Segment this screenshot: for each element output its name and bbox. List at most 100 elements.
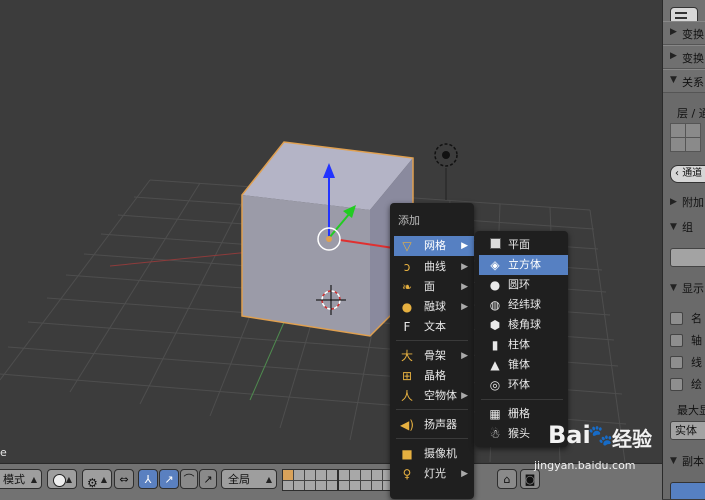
duplication-button[interactable] [670, 482, 705, 499]
submenu-arrow-icon: ▶ [461, 262, 468, 272]
scale-icon: ↗ [203, 473, 213, 486]
menu-item-surface[interactable]: ❧ 面 ▶ [394, 277, 474, 297]
mode-select[interactable]: 模式 ▲ [0, 469, 42, 489]
caret-icon: ▲ [265, 475, 272, 484]
submenu-arrow-icon: ▶ [461, 351, 468, 361]
mesh-item-torus[interactable]: ◎ 环体 [479, 375, 568, 395]
panel-relations[interactable]: ▼ 关系 [663, 69, 705, 93]
add-menu: 添加 ▽ 网格 ▶ ↄ 曲线 ▶ ❧ 面 ▶ ● 融球 ▶ F 文本 大 骨架 … [390, 203, 474, 499]
group-button[interactable] [670, 248, 705, 267]
mesh-icon: ▽ [402, 239, 412, 253]
layer-buttons-2[interactable] [338, 469, 394, 491]
rotate-toggle[interactable]: ⌒ [180, 469, 198, 489]
caret-icon: ▲ [65, 475, 72, 484]
orientation-select[interactable]: 全局 ▲ [221, 469, 277, 489]
checkbox-label: 轴 [691, 334, 702, 347]
panel-transform[interactable]: ▶ 变换 [663, 21, 705, 45]
checkbox-label: 线 [691, 356, 702, 369]
menu-item-mesh[interactable]: ▽ 网格 ▶ [394, 236, 474, 256]
draw-type-select[interactable]: 实体 [670, 421, 705, 440]
text-icon: F [403, 320, 411, 334]
collapse-triangle-icon: ▶ [670, 197, 677, 207]
section-display[interactable]: 显示 [682, 280, 704, 296]
menu-item-curve[interactable]: ↄ 曲线 ▶ [394, 257, 474, 277]
pivot-icon: ⚙ [87, 476, 98, 489]
checkbox-wire[interactable] [670, 356, 683, 369]
pass-label: 通道 [682, 168, 703, 179]
mesh-item-circle[interactable]: ● 圆环 [479, 275, 568, 295]
watermark-brand: Bai [548, 421, 591, 449]
menu-item-lattice[interactable]: ⊞ 晶格 [394, 366, 474, 386]
select-toggle[interactable]: ↗ [159, 469, 179, 489]
mesh-item-plane[interactable]: 平面 [479, 235, 568, 255]
expand-triangle-icon: ▼ [670, 222, 677, 232]
mesh-item-ico-sphere[interactable]: ⬢ 棱角球 [479, 315, 568, 335]
menu-item-label: 柱体 [508, 338, 530, 351]
layer-grid[interactable] [670, 123, 705, 153]
section-add[interactable]: 附加 [682, 194, 704, 210]
circle-icon: ● [489, 278, 501, 292]
pivot-select[interactable]: ⚙ ▲ [82, 469, 112, 489]
checkbox-label: 名 [691, 312, 702, 325]
lattice-icon: ⊞ [401, 369, 413, 383]
menu-item-label: 经纬球 [508, 298, 541, 311]
menu-item-label: 环体 [508, 378, 530, 391]
menu-item-armature[interactable]: 大 骨架 ▶ [394, 346, 474, 366]
mesh-item-cone[interactable]: ▲ 锥体 [479, 355, 568, 375]
snap-toggle[interactable]: ⌂ [497, 469, 517, 489]
mesh-item-uv-sphere[interactable]: ◍ 经纬球 [479, 295, 568, 315]
grid-icon: ▦ [489, 407, 501, 421]
submenu-arrow-icon: ▶ [461, 469, 468, 479]
caret-icon: ▲ [30, 475, 37, 484]
menu-separator [396, 340, 468, 341]
sphere-icon [53, 474, 66, 487]
layer-buttons-1[interactable] [282, 469, 338, 491]
scale-toggle[interactable]: ↗ [199, 469, 217, 489]
caret-icon: ▲ [100, 475, 107, 484]
menu-item-label: 摄像机 [424, 447, 457, 460]
menu-item-label: 平面 [508, 238, 530, 251]
mesh-item-cube[interactable]: ◈ 立方体 [479, 255, 568, 275]
arrow-icon: ↗ [164, 473, 174, 486]
collapse-triangle-icon: ▶ [670, 51, 677, 61]
menu-item-label: 曲线 [424, 260, 446, 273]
mesh-item-cylinder[interactable]: ▮ 柱体 [479, 335, 568, 355]
menu-item-empty[interactable]: 人 空物体 ▶ [394, 386, 474, 406]
menu-separator [396, 438, 468, 439]
section-duplication[interactable]: 副本 [682, 453, 704, 469]
menu-separator [481, 399, 563, 400]
menu-item-lamp[interactable]: ♀ 灯光 ▶ [394, 464, 474, 484]
checkbox-name[interactable] [670, 312, 683, 325]
menu-item-speaker[interactable]: ◀) 扬声器 [394, 415, 474, 435]
translate-toggle[interactable]: ⅄ [138, 469, 158, 489]
mode-label: 模式 [3, 473, 25, 486]
checkbox-label: 绘 [691, 378, 702, 391]
ico-sphere-icon: ⬢ [489, 318, 501, 332]
menu-item-label: 骨架 [424, 349, 446, 362]
empty-icon: 人 [400, 389, 413, 403]
magnet-icon: ⌂ [503, 473, 511, 486]
shading-select[interactable]: ▲ [47, 469, 77, 489]
manipulator-toggle[interactable]: ⇔ [114, 469, 134, 489]
pass-index-field[interactable]: ‹ 通道 [670, 165, 705, 183]
menu-item-label: 栅格 [508, 407, 530, 420]
menu-item-metaball[interactable]: ● 融球 ▶ [394, 297, 474, 317]
menu-item-label: 空物体 [424, 389, 457, 402]
checkbox-axis[interactable] [670, 334, 683, 347]
panel-transform-2[interactable]: ▶ 变换 [663, 45, 705, 69]
menu-item-label: 面 [424, 280, 435, 293]
watermark-brand-cn: 经验 [612, 427, 652, 451]
submenu-arrow-icon: ▶ [461, 302, 468, 312]
panel-label: 变换 [682, 52, 704, 65]
section-group[interactable]: 组 [682, 219, 693, 235]
menu-item-label: 圆环 [508, 278, 530, 291]
checkbox-draw[interactable] [670, 378, 683, 391]
orientation-label: 全局 [228, 473, 250, 486]
menu-item-camera[interactable]: ■ 摄像机 [394, 444, 474, 464]
properties-panel: ▶ 变换 ▶ 变换 ▼ 关系 层 / 通 ‹ 通道 ▶ 附加 ▼ 组 ▼ 显示 … [662, 0, 705, 499]
lamp-object[interactable] [434, 143, 458, 200]
cylinder-icon: ▮ [491, 338, 499, 352]
render-button[interactable]: ◙ [520, 469, 540, 489]
menu-item-text[interactable]: F 文本 [394, 317, 474, 337]
uv-sphere-icon: ◍ [489, 298, 501, 312]
